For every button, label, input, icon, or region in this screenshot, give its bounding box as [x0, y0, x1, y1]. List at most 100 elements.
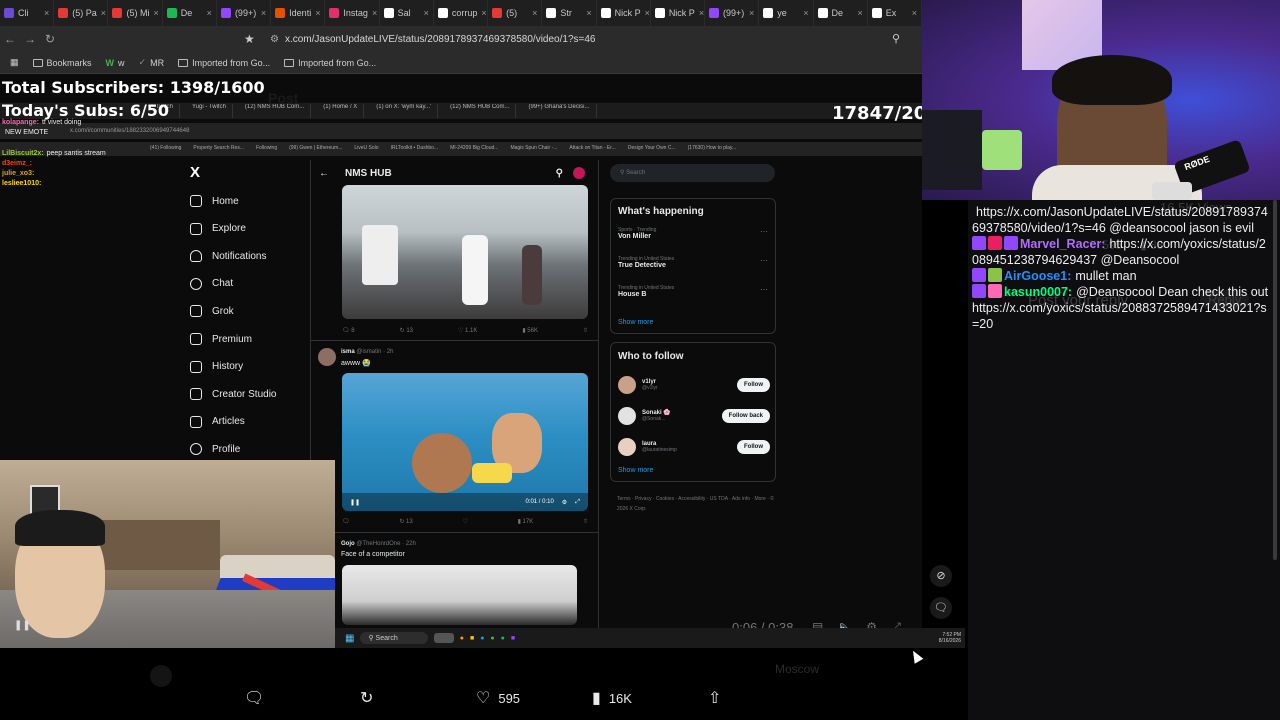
close-icon[interactable]: ×: [101, 8, 106, 18]
browser-tab[interactable]: corrup ×: [434, 0, 489, 26]
tweet2-like[interactable]: ♡: [462, 518, 467, 525]
bottom-action-share[interactable]: ⇧: [708, 688, 729, 708]
browser-tab[interactable]: De ×: [163, 0, 217, 26]
close-icon[interactable]: ×: [207, 8, 212, 18]
site-info-icon[interactable]: ⚙: [270, 34, 279, 45]
close-icon[interactable]: ×: [481, 8, 486, 18]
x-logo[interactable]: X: [190, 164, 200, 181]
more-icon[interactable]: ⋯: [760, 285, 768, 294]
tweet2-views[interactable]: ▮ 17K: [518, 518, 534, 525]
tweet1-repost[interactable]: ↻ 13: [400, 327, 413, 334]
close-icon[interactable]: ×: [532, 8, 537, 18]
chat-username[interactable]: Marvel_Racer:: [1020, 237, 1105, 251]
browser-tab[interactable]: Sal ×: [380, 0, 434, 26]
follow-button[interactable]: Follow: [737, 377, 770, 392]
chat-username[interactable]: AirGoose1:: [1004, 269, 1071, 283]
trend-item[interactable]: Trending in United States House B ⋯: [618, 285, 770, 314]
x-nav-articles[interactable]: Articles: [190, 415, 245, 428]
fullscreen-icon[interactable]: ⤢: [575, 499, 580, 506]
bottom-action-reply[interactable]: 🗨: [244, 688, 272, 708]
chat-username[interactable]: kasun0007:: [1004, 285, 1072, 299]
avatar[interactable]: [618, 437, 636, 456]
x-nav-creator-studio[interactable]: Creator Studio: [190, 388, 276, 401]
close-icon[interactable]: ×: [645, 8, 650, 18]
browser-tab[interactable]: Nick P ×: [597, 0, 651, 26]
x-nav-grok[interactable]: Grok: [190, 305, 234, 318]
bottom-action-like[interactable]: ♡ 595: [476, 688, 520, 708]
reload-icon[interactable]: ↻: [40, 32, 60, 46]
chrome-icon[interactable]: ●: [460, 635, 464, 642]
avatar[interactable]: [618, 406, 636, 425]
browser-tab[interactable]: De ×: [814, 0, 868, 26]
x-nav-history[interactable]: History: [190, 360, 243, 373]
bookmark-item-mr[interactable]: ✓ MR: [139, 57, 165, 68]
file-explorer-icon[interactable]: ■: [470, 635, 474, 642]
pause-icon[interactable]: ❚❚: [14, 620, 31, 631]
close-icon[interactable]: ×: [912, 8, 917, 18]
tweet2-reply[interactable]: 🗨: [342, 518, 350, 525]
avatar[interactable]: [618, 375, 636, 394]
tweet2-share[interactable]: ⇧: [583, 518, 588, 525]
browser-tab[interactable]: Ex ×: [868, 0, 922, 26]
x-nav-explore[interactable]: Explore: [190, 222, 246, 235]
browser-tab[interactable]: Instag ×: [325, 0, 380, 26]
tweet1-share[interactable]: ⇧: [583, 327, 588, 334]
browser-tab[interactable]: (5) Mi ×: [108, 0, 163, 26]
tweet1-views[interactable]: ▮ 56K: [522, 327, 538, 334]
more-icon[interactable]: ⋯: [760, 256, 768, 265]
x-nav-home[interactable]: Home: [190, 195, 239, 207]
browser-tab[interactable]: Str ×: [542, 0, 597, 26]
search-icon[interactable]: ⚲: [556, 168, 563, 179]
trend-item[interactable]: Trending in United States True Detective ⋯: [618, 256, 770, 285]
taskbar-search[interactable]: ⚲ Search: [360, 632, 428, 644]
apps-grid-icon[interactable]: ▦: [10, 57, 19, 68]
tweet3-name[interactable]: Gojo: [341, 541, 355, 547]
follow-name[interactable]: v1lyr: [642, 379, 658, 385]
trend-item[interactable]: Sports · Trending Von Miller ⋯: [618, 227, 770, 256]
back-icon[interactable]: ←: [0, 32, 20, 46]
close-icon[interactable]: ×: [857, 8, 862, 18]
x-search-input[interactable]: ⚲ Search: [610, 164, 775, 182]
browser-tab[interactable]: (5) ×: [488, 0, 543, 26]
close-icon[interactable]: ×: [749, 8, 754, 18]
x-nav-chat[interactable]: Chat: [190, 277, 233, 290]
close-icon[interactable]: ×: [315, 8, 320, 18]
bottom-action-repost[interactable]: ↻: [360, 688, 381, 708]
close-icon[interactable]: ×: [803, 8, 808, 18]
x-nav-notifications[interactable]: Notifications: [190, 250, 266, 263]
browser-tab[interactable]: (99+) ×: [217, 0, 272, 26]
more-icon[interactable]: ⋯: [760, 227, 768, 236]
bookmark-folder-imported-1[interactable]: Imported from Go...: [178, 58, 270, 68]
tweet2-name[interactable]: isma: [341, 349, 355, 355]
browser-tab[interactable]: Nick P ×: [651, 0, 706, 26]
forward-icon[interactable]: →: [20, 32, 40, 46]
follow-name[interactable]: Sonaki 🌸: [642, 409, 671, 416]
url-field[interactable]: ⚙ x.com/JasonUpdateLIVE/status/208917893…: [270, 34, 595, 45]
chat-bubble-icon[interactable]: 🗨: [930, 597, 952, 619]
app-icon[interactable]: ●: [490, 635, 494, 642]
compose-icon[interactable]: ⊘: [930, 565, 952, 587]
tweet2-video[interactable]: ❚❚ 0:01 / 0:10 ⚙ ⤢: [342, 373, 588, 511]
tweet2-repost[interactable]: ↻ 13: [399, 518, 412, 525]
bookmark-item-w[interactable]: Ww: [106, 58, 125, 68]
settings-icon[interactable]: ⚙: [562, 499, 567, 506]
zoom-icon[interactable]: ⚲: [892, 32, 900, 45]
tweet1-image[interactable]: [342, 185, 588, 319]
tweet1-like[interactable]: ♡ 1.1K: [458, 327, 477, 334]
close-icon[interactable]: ×: [153, 8, 158, 18]
app-icon[interactable]: ●: [480, 635, 484, 642]
browser-tab[interactable]: Cli ×: [0, 0, 55, 26]
back-arrow-icon[interactable]: ←: [319, 168, 329, 179]
close-icon[interactable]: ×: [699, 8, 704, 18]
bookmark-item-bookmarks[interactable]: Bookmarks: [32, 58, 92, 68]
widget-icon[interactable]: [433, 633, 454, 643]
follow-button[interactable]: Follow back: [721, 408, 770, 423]
windows-start-icon[interactable]: ▦: [345, 633, 354, 644]
bookmark-star-icon[interactable]: ★: [244, 32, 255, 46]
browser-tab[interactable]: (99+) ×: [705, 0, 760, 26]
avatar[interactable]: [318, 348, 336, 366]
bottom-action-views[interactable]: ▮ 16K: [592, 688, 632, 708]
spotify-icon[interactable]: ●: [501, 635, 505, 642]
bookmark-folder-imported-2[interactable]: Imported from Go...: [284, 58, 376, 68]
show-more-link[interactable]: Show more: [618, 319, 653, 326]
